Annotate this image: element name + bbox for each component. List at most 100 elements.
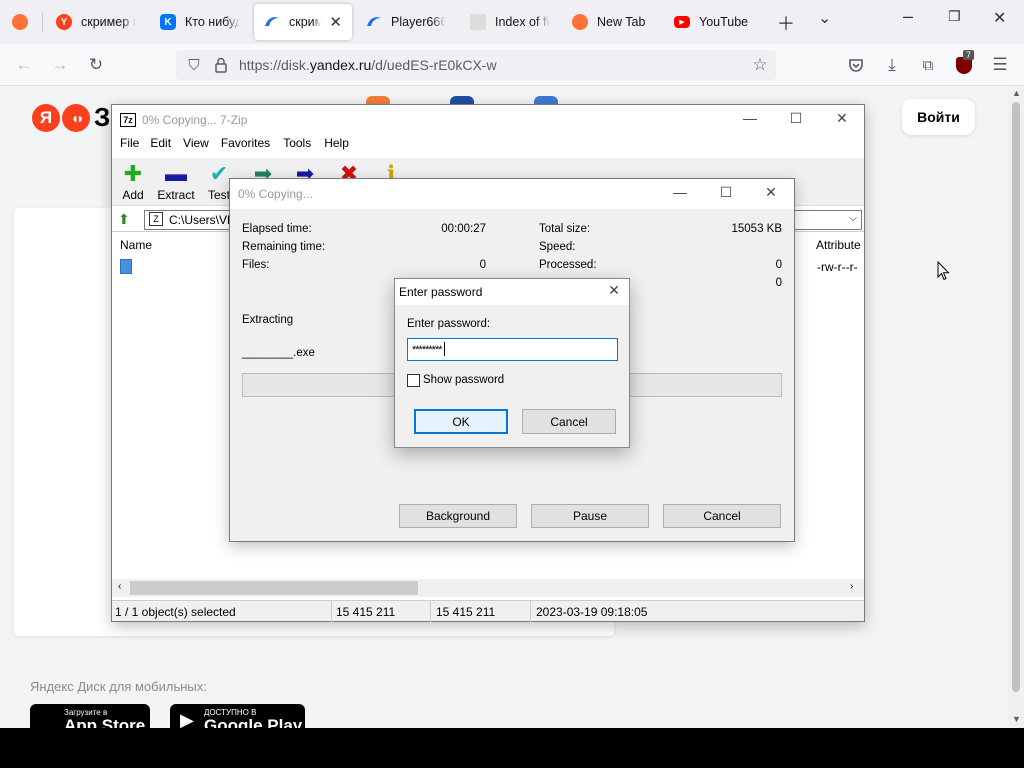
tab-yandex-disk-active[interactable]: скример ✕ — [254, 4, 352, 40]
google-play-button[interactable]: ▶ ДОСТУПНО В Google Play — [170, 704, 305, 728]
status-packed-size: 15 415 211 — [436, 605, 496, 619]
extract-label: Extract — [157, 188, 195, 202]
service-icon[interactable] — [450, 96, 474, 104]
google-play-icon: ▶ — [180, 710, 194, 728]
scroll-up-arrow-icon[interactable]: ▲ — [1012, 88, 1021, 98]
app-store-button[interactable]: Загрузите в App Store — [30, 704, 150, 728]
tab-index-of-files[interactable]: Index of fil — [460, 4, 560, 40]
desktop-screen: Y скример в K Кто нибудь скример ✕ Playe… — [0, 0, 1024, 728]
tab-label: скример в — [81, 15, 136, 29]
folder-up-icon[interactable]: ⬆ — [118, 211, 130, 228]
menu-tools[interactable]: Tools — [270, 136, 311, 156]
extract-button[interactable]: ▬ Extract — [156, 161, 196, 203]
background-button[interactable]: Background — [399, 504, 517, 528]
close-icon[interactable]: ✕ — [761, 184, 781, 201]
minimize-window-icon[interactable]: – — [903, 6, 913, 27]
scroll-right-arrow-icon[interactable]: › — [850, 581, 853, 592]
reload-icon[interactable]: ↻ — [84, 53, 108, 77]
tab-vk[interactable]: K Кто нибудь — [150, 4, 250, 40]
password-input[interactable]: ********* — [407, 338, 618, 361]
firefox-icon — [12, 14, 28, 30]
downloads-icon[interactable]: ⤓ — [880, 53, 904, 77]
show-password-checkbox[interactable] — [407, 374, 420, 387]
tab-new-tab[interactable]: New Tab — [562, 4, 662, 40]
menu-favorites[interactable]: Favorites — [209, 136, 270, 156]
url-bar[interactable]: ⛉ https://disk.yandex.ru/d/uedES-rE0kCX-… — [176, 50, 776, 80]
yandex-disk-icon — [366, 14, 382, 30]
logo-digit: З — [94, 102, 111, 132]
file-list-horizontal-scrollbar[interactable]: ‹ › — [112, 579, 864, 597]
compressed-value: 0 — [775, 277, 782, 289]
remaining-time-label: Remaining time: — [242, 241, 326, 253]
files-label: Files: — [242, 259, 270, 271]
forward-arrow-icon[interactable]: → — [48, 53, 72, 77]
close-icon[interactable]: ✕ — [604, 282, 624, 299]
password-title-bar[interactable]: Enter password ✕ — [395, 279, 629, 305]
new-tab-plus-icon[interactable]: ＋ — [777, 10, 795, 36]
menu-view[interactable]: View — [171, 136, 209, 156]
service-icon[interactable] — [534, 96, 558, 104]
bookmark-star-icon[interactable]: ☆ — [748, 53, 772, 77]
youtube-icon: ▶ — [674, 16, 690, 28]
url-text[interactable]: https://disk.yandex.ru/d/uedES-rE0kCX-w — [239, 57, 497, 73]
page-vertical-scrollbar[interactable]: ▲ ▼ — [1008, 86, 1024, 728]
minimize-icon[interactable]: — — [670, 184, 690, 200]
pocket-icon[interactable] — [844, 53, 868, 77]
status-selection: 1 / 1 object(s) selected — [115, 605, 236, 619]
scroll-down-arrow-icon[interactable]: ▼ — [1012, 714, 1021, 724]
ok-button[interactable]: OK — [414, 409, 508, 434]
show-password-label[interactable]: Show password — [423, 374, 504, 386]
minimize-icon[interactable]: — — [740, 110, 760, 126]
total-size-label: Total size: — [539, 223, 591, 235]
maximize-icon[interactable]: ☐ — [786, 110, 806, 127]
file-row-icon[interactable] — [120, 259, 132, 274]
login-button[interactable]: Войти — [902, 99, 975, 135]
list-all-tabs-chevron-icon[interactable]: ⌄ — [818, 8, 831, 28]
extensions-puzzle-icon[interactable]: ⧉ — [916, 53, 940, 77]
dropdown-chevron-icon[interactable]: ⌵ — [849, 213, 857, 224]
minus-icon: ▬ — [165, 161, 187, 186]
menu-help[interactable]: Help — [311, 136, 349, 156]
close-window-icon[interactable]: ✕ — [993, 8, 1006, 28]
menu-file[interactable]: File — [112, 136, 139, 156]
column-name-header[interactable]: Name — [120, 238, 152, 252]
firefox-view-button[interactable] — [2, 4, 38, 40]
password-masked-value: ********* — [412, 344, 443, 356]
browser-tab-bar: Y скример в K Кто нибудь скример ✕ Playe… — [0, 0, 1024, 44]
tab-yandex-search[interactable]: Y скример в — [46, 4, 146, 40]
plus-icon: ✚ — [123, 161, 143, 186]
service-icon[interactable] — [366, 96, 390, 104]
scrollbar-thumb[interactable] — [1012, 102, 1020, 692]
hamburger-menu-icon[interactable]: ☰ — [988, 53, 1012, 77]
tab-player666[interactable]: Player666.e — [356, 4, 456, 40]
close-icon[interactable]: ✕ — [832, 110, 852, 127]
scroll-left-arrow-icon[interactable]: ‹ — [118, 581, 121, 592]
scrollbar-thumb[interactable] — [130, 581, 418, 595]
status-modified: 2023-03-19 09:18:05 — [536, 605, 648, 619]
maximize-icon[interactable]: ☐ — [716, 184, 736, 201]
archive-icon: Z — [149, 212, 163, 226]
yandex-disk-logo[interactable]: Я ◖◗ З — [32, 102, 110, 133]
app-store-big-text: App Store — [64, 716, 146, 728]
pause-button[interactable]: Pause — [531, 504, 649, 528]
shield-icon[interactable]: ⛉ — [182, 53, 206, 77]
copying-title-bar[interactable]: 0% Copying... — ☐ ✕ — [230, 179, 794, 209]
processed-value: 0 — [775, 259, 782, 271]
close-tab-icon[interactable]: ✕ — [329, 13, 342, 31]
file-row-attributes: -rw-r--r- — [817, 260, 858, 274]
vk-icon: K — [160, 14, 176, 30]
tab-youtube[interactable]: ▶ YouTube — [664, 4, 764, 40]
cancel-password-button[interactable]: Cancel — [522, 409, 616, 434]
cancel-copy-button[interactable]: Cancel — [663, 504, 781, 528]
7zip-title-bar[interactable]: 7z 0% Copying... 7-Zip — ☐ ✕ — [112, 105, 864, 135]
tab-separator — [42, 12, 43, 32]
menu-edit[interactable]: Edit — [139, 136, 171, 156]
column-attributes-header[interactable]: Attribute — [816, 238, 861, 252]
browser-nav-bar: ← → ↻ ⛉ https://disk.yandex.ru/d/uedES-r… — [0, 44, 1024, 86]
add-button[interactable]: ✚ Add — [120, 161, 146, 203]
lock-icon[interactable] — [209, 53, 233, 77]
ublock-origin-icon[interactable]: 7 — [952, 50, 976, 77]
back-arrow-icon[interactable]: ← — [12, 53, 36, 77]
extracting-label: Extracting — [242, 314, 294, 326]
restore-window-icon[interactable]: ❐ — [948, 8, 961, 25]
